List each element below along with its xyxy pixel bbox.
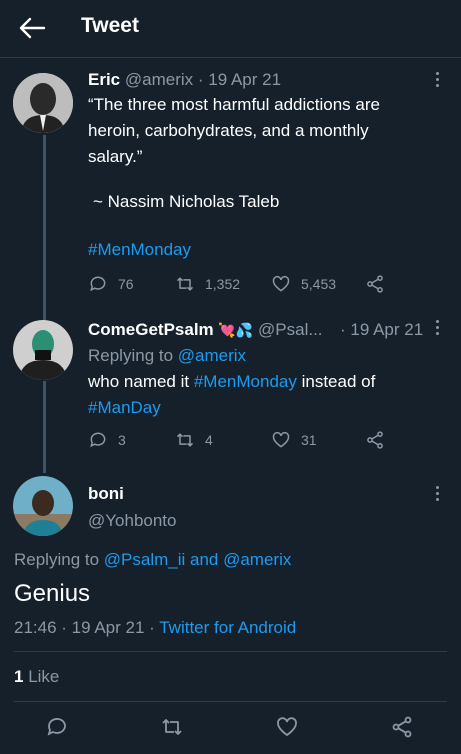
- replying-to: Replying to @Psalm_ii and @amerix: [14, 550, 291, 570]
- hashtag-link[interactable]: #MenMonday: [194, 372, 297, 391]
- tweet-line: salary.”: [88, 147, 143, 166]
- tweet-line: “The three most harmful addictions are: [88, 95, 380, 114]
- mention-link[interactable]: @Psalm_ii: [104, 550, 186, 569]
- divider: [14, 651, 447, 652]
- reply-count: 3: [118, 432, 126, 448]
- retweet-icon: [176, 277, 194, 291]
- emoji: 💘💦: [218, 322, 254, 338]
- likes-label: Like: [23, 667, 60, 686]
- retweet-count: 1,352: [205, 276, 241, 292]
- like-button[interactable]: 5,453: [271, 272, 336, 296]
- like-button[interactable]: [275, 715, 301, 741]
- avatar-eric[interactable]: [13, 73, 73, 133]
- tweet-text: Genius: [14, 580, 91, 607]
- reply-button[interactable]: 76: [88, 272, 134, 296]
- share-icon: [367, 275, 383, 293]
- share-button[interactable]: [365, 272, 385, 296]
- tweet-line: who named it #MenMonday instead of: [88, 369, 375, 395]
- tweet1-attribution: ~ Nassim Nicholas Taleb: [93, 192, 280, 211]
- like-count: 31: [301, 432, 317, 448]
- more-vertical-icon[interactable]: [434, 320, 440, 338]
- retweet-button[interactable]: [160, 715, 186, 741]
- retweet-icon: [176, 433, 194, 447]
- retweet-count: 4: [205, 432, 213, 448]
- mention-link[interactable]: @amerix: [223, 550, 291, 569]
- share-button[interactable]: [365, 428, 385, 452]
- text: instead of: [296, 372, 376, 391]
- more-vertical-icon[interactable]: [434, 486, 440, 504]
- retweet-button[interactable]: 1,352: [175, 272, 240, 296]
- replying-label: Replying to: [14, 550, 104, 569]
- author-name[interactable]: Eric: [88, 70, 120, 89]
- tweet1-body: “The three most harmful addictions are h…: [88, 92, 380, 170]
- text: who named it: [88, 372, 194, 391]
- author-handle[interactable]: @Yohbonto: [88, 511, 177, 531]
- divider: [14, 701, 447, 702]
- reply-icon: [47, 718, 66, 736]
- tweet-source-link[interactable]: Twitter for Android: [159, 618, 296, 637]
- thread-line: [43, 135, 46, 320]
- page-title: Tweet: [81, 14, 139, 37]
- avatar-comegetpsalm[interactable]: [13, 320, 73, 380]
- reply-count: 76: [118, 276, 134, 292]
- tweet-line: heroin, carbohydrates, and a monthly: [88, 121, 369, 140]
- bottom-action-bar: [0, 705, 461, 754]
- share-icon: [367, 431, 383, 449]
- retweet-button[interactable]: 4: [175, 428, 213, 452]
- reply-button[interactable]: [45, 715, 71, 741]
- replying-to: Replying to @amerix: [88, 346, 246, 366]
- replying-and: and: [185, 550, 224, 569]
- tweet-date[interactable]: · 19 Apr 21: [198, 70, 281, 89]
- tweet1-header: Eric @amerix · 19 Apr 21: [88, 70, 281, 90]
- tweet2-actions: 3 4 31: [88, 428, 388, 452]
- tweet-date[interactable]: · 19 Apr 21: [340, 320, 423, 340]
- author-name[interactable]: ComeGetPsalm: [88, 320, 214, 339]
- back-arrow-icon[interactable]: [18, 16, 46, 40]
- reply-icon: [90, 432, 106, 448]
- share-icon: [392, 716, 412, 738]
- heart-icon: [277, 717, 297, 737]
- heart-icon: [272, 431, 290, 448]
- tweet2-header: ComeGetPsalm 💘💦 @Psal...: [88, 320, 323, 340]
- more-vertical-icon[interactable]: [434, 72, 440, 90]
- top-bar: Tweet: [0, 0, 461, 58]
- share-button[interactable]: [390, 715, 416, 741]
- likes-summary[interactable]: 1 Like: [14, 667, 59, 687]
- heart-icon: [272, 275, 290, 292]
- hashtag-link[interactable]: #MenMonday: [88, 237, 191, 263]
- reply-button[interactable]: 3: [88, 428, 126, 452]
- thread-line: [43, 381, 46, 473]
- hashtag-link[interactable]: #ManDay: [88, 395, 375, 421]
- author-name[interactable]: boni: [88, 484, 124, 504]
- mention-link[interactable]: @amerix: [178, 346, 246, 365]
- tweet-timestamp: 21:46 · 19 Apr 21 ·: [14, 618, 160, 637]
- reply-icon: [90, 276, 106, 292]
- avatar-boni[interactable]: [13, 476, 73, 536]
- replying-label: Replying to: [88, 346, 178, 365]
- tweet2-body: who named it #MenMonday instead of #ManD…: [88, 369, 375, 421]
- retweet-icon: [162, 719, 182, 735]
- author-handle[interactable]: @Psal...: [258, 320, 323, 339]
- author-handle[interactable]: @amerix: [125, 70, 193, 89]
- like-button[interactable]: 31: [271, 428, 317, 452]
- like-count: 5,453: [301, 276, 337, 292]
- tweet1-actions: 76 1,352 5,453: [88, 272, 388, 296]
- tweet-meta: 21:46 · 19 Apr 21 · Twitter for Android: [14, 618, 296, 638]
